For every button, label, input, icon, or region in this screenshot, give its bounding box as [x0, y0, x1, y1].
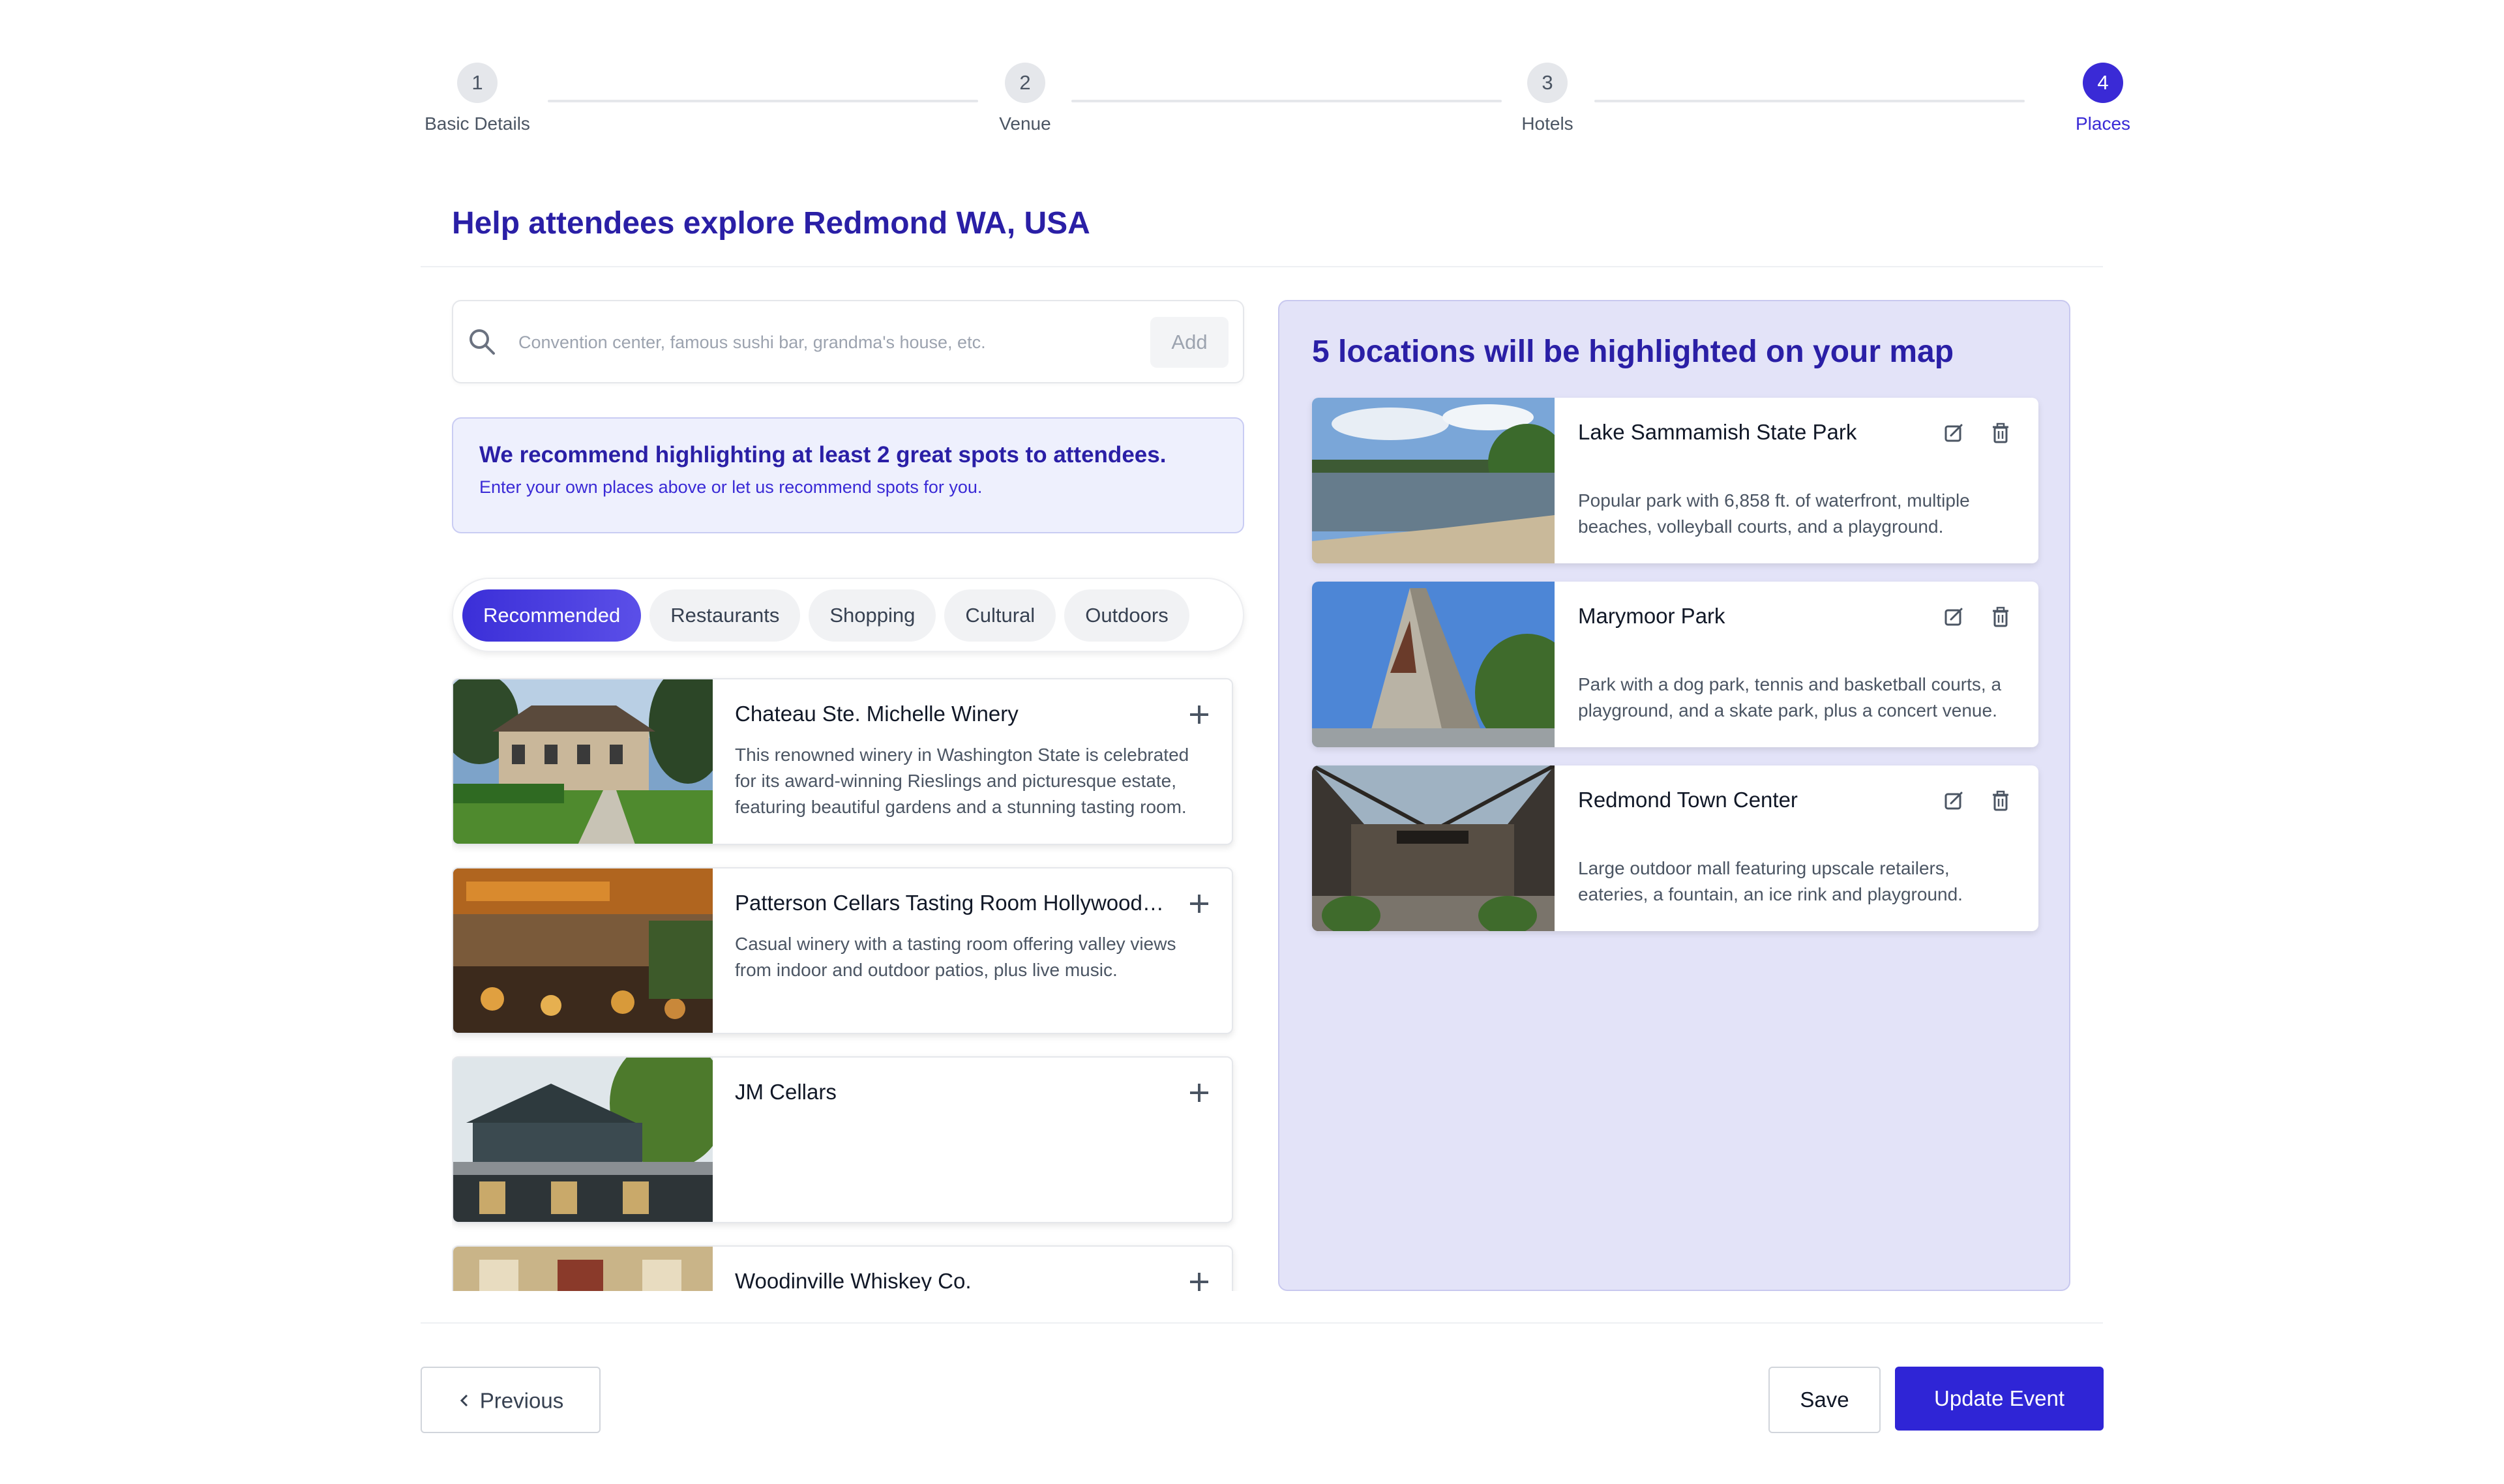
location-description: Large outdoor mall featuring upscale ret…: [1578, 858, 1963, 904]
place-photo: [453, 1058, 713, 1222]
location-description: Park with a dog park, tennis and basketb…: [1578, 674, 2002, 720]
previous-button[interactable]: Previous: [421, 1367, 601, 1433]
step-number: 4: [2083, 63, 2123, 103]
plus-icon[interactable]: [1186, 702, 1212, 728]
recommendation-subtitle: Enter your own places above or let us re…: [479, 477, 983, 497]
location-description: Popular park with 6,858 ft. of waterfron…: [1578, 490, 1970, 537]
edit-icon[interactable]: [1942, 789, 1965, 812]
place-photo: [1312, 398, 1555, 563]
step-number: 1: [457, 63, 498, 103]
category-tabs: Recommended Restaurants Shopping Cultural Ou…: [452, 578, 1244, 652]
page-title: Help attendees explore Redmond WA, USA: [452, 206, 1090, 241]
place-description: Casual winery with a tasting room offeri…: [735, 934, 1176, 980]
step-connector: [548, 100, 978, 102]
step-label: Basic Details: [425, 113, 530, 134]
place-photo: [1312, 765, 1555, 931]
save-button[interactable]: Save: [1768, 1367, 1881, 1433]
place-description: This renowned winery in Washington State…: [735, 745, 1189, 817]
tab-recommended[interactable]: Recommended: [462, 589, 642, 642]
suggestion-card[interactable]: Woodinville Whiskey Co.: [452, 1245, 1233, 1291]
highlighted-location-card: Redmond Town Center Large outdoor mall f…: [1312, 765, 2038, 931]
highlighted-location-card: Marymoor Park Park with a dog park, tenn…: [1312, 582, 2038, 747]
place-photo: [453, 679, 713, 844]
step-places[interactable]: 4 Places: [2031, 63, 2175, 134]
step-connector: [1594, 100, 2025, 102]
tab-cultural[interactable]: Cultural: [944, 589, 1056, 642]
step-venue[interactable]: 2 Venue: [953, 63, 1097, 134]
search-icon: [466, 326, 498, 357]
highlighted-location-card: Lake Sammamish State Park Popular park w…: [1312, 398, 2038, 563]
location-title: Marymoor Park: [1578, 604, 1725, 628]
trash-icon[interactable]: [1989, 789, 2012, 812]
step-connector: [1071, 100, 1502, 102]
update-event-button[interactable]: Update Event: [1895, 1367, 2104, 1431]
place-search-box: Add: [452, 300, 1244, 383]
edit-icon[interactable]: [1942, 605, 1965, 629]
place-photo: [1312, 582, 1555, 747]
place-photo: [453, 868, 713, 1033]
place-photo: [453, 1247, 713, 1291]
highlighted-title: 5 locations will be highlighted on your …: [1312, 334, 1954, 369]
place-title: JM Cellars: [735, 1080, 837, 1104]
plus-icon[interactable]: [1186, 1080, 1212, 1106]
previous-label: Previous: [479, 1388, 564, 1413]
step-label: Places: [2075, 113, 2131, 134]
tab-outdoors[interactable]: Outdoors: [1064, 589, 1189, 642]
plus-icon[interactable]: [1186, 1269, 1212, 1291]
step-basic-details[interactable]: 1 Basic Details: [406, 63, 549, 134]
highlighted-locations-panel: 5 locations will be highlighted on your …: [1278, 300, 2070, 1291]
suggestion-list[interactable]: Chateau Ste. Michelle Winery This renown…: [452, 672, 1244, 1291]
step-label: Hotels: [1521, 113, 1573, 134]
edit-icon[interactable]: [1942, 421, 1965, 445]
tab-shopping[interactable]: Shopping: [809, 589, 936, 642]
step-number: 2: [1005, 63, 1045, 103]
recommendation-title: We recommend highlighting at least 2 gre…: [479, 442, 1167, 467]
step-hotels[interactable]: 3 Hotels: [1476, 63, 1619, 134]
suggestion-card[interactable]: Patterson Cellars Tasting Room Hollywood…: [452, 867, 1233, 1034]
divider: [421, 266, 2103, 267]
location-title: Lake Sammamish State Park: [1578, 420, 1857, 444]
tab-restaurants[interactable]: Restaurants: [649, 589, 801, 642]
recommendation-banner: We recommend highlighting at least 2 gre…: [452, 417, 1244, 533]
location-title: Redmond Town Center: [1578, 788, 1798, 812]
place-title: Chateau Ste. Michelle Winery: [735, 702, 1019, 726]
trash-icon[interactable]: [1989, 421, 2012, 445]
chevron-left-icon: [458, 1393, 471, 1408]
trash-icon[interactable]: [1989, 605, 2012, 629]
step-label: Venue: [999, 113, 1051, 134]
divider: [421, 1322, 2103, 1324]
place-title: Patterson Cellars Tasting Room Hollywood…: [735, 891, 1165, 915]
suggestion-card[interactable]: JM Cellars: [452, 1056, 1233, 1223]
step-number: 3: [1527, 63, 1568, 103]
progress-stepper: 1 Basic Details 2 Venue 3 Hotels 4 Place…: [421, 63, 2130, 147]
search-input[interactable]: [517, 321, 1067, 364]
plus-icon[interactable]: [1186, 891, 1212, 917]
add-place-button[interactable]: Add: [1150, 317, 1229, 368]
place-title: Woodinville Whiskey Co.: [735, 1269, 972, 1291]
suggestion-card[interactable]: Chateau Ste. Michelle Winery This renown…: [452, 678, 1233, 845]
